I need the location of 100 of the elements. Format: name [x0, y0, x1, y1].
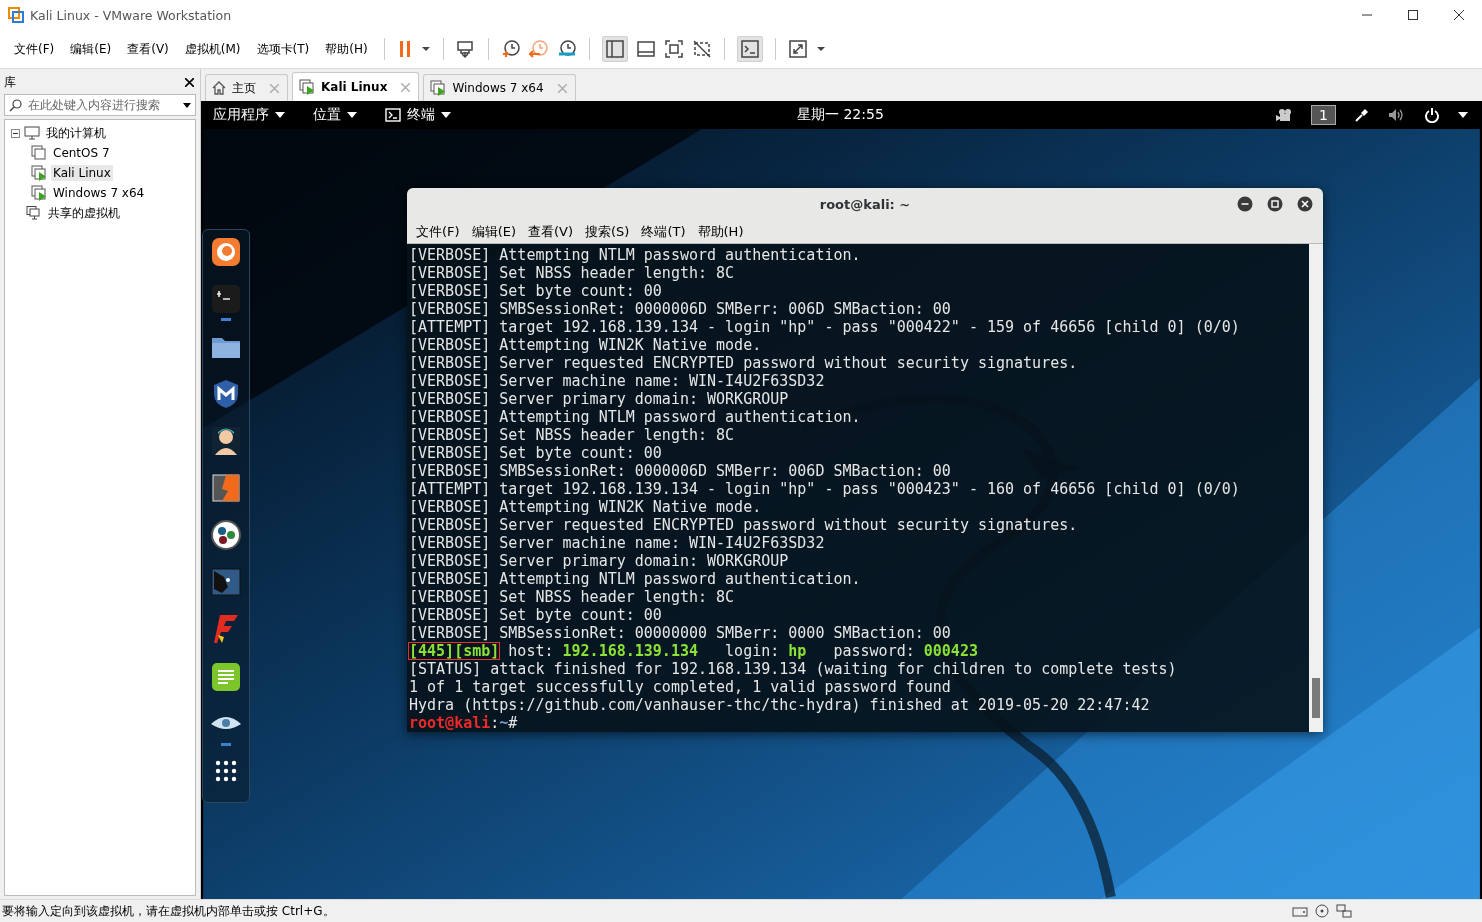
terminal-text: login: — [724, 642, 781, 660]
menu-item[interactable]: 帮助(H) — [317, 40, 376, 58]
menu-item[interactable]: 编辑(E) — [466, 223, 521, 242]
avatar-icon[interactable] — [210, 424, 242, 457]
bottom-panel-icon[interactable] — [635, 39, 656, 59]
maximize-icon[interactable] — [1267, 196, 1283, 212]
app-logo-icon — [8, 7, 24, 23]
terminal-line: [VERBOSE] Set byte count: 00 — [409, 444, 663, 462]
terminal-text: root@kali — [409, 714, 491, 732]
tree-item[interactable]: 共享的虚拟机 — [46, 203, 122, 223]
volume-icon[interactable] — [1388, 108, 1406, 122]
terminal-text: 000423 — [923, 642, 978, 660]
window-title: Kali Linux - VMware Workstation — [30, 7, 233, 23]
terminal-line: [VERBOSE] Set byte count: 00 — [409, 282, 663, 300]
terminal-line: [VERBOSE] Server machine name: WIN-I4U2F63SD32 — [409, 534, 826, 552]
terminal-line: [VERBOSE] Attempting WIN2K Native mode. — [409, 336, 763, 354]
caret-icon — [347, 112, 357, 118]
plug-icon[interactable] — [1354, 107, 1370, 123]
notes-icon[interactable] — [210, 660, 242, 693]
window-title: root@kali: ~ — [819, 197, 911, 213]
scrollbar[interactable] — [1309, 244, 1323, 732]
top-menu[interactable]: 应用程序 — [213, 106, 285, 124]
close-icon[interactable] — [185, 77, 194, 87]
terminal-line: [VERBOSE] Set NBSS header length: 8C — [409, 264, 736, 282]
terminal-line: [VERBOSE] SMBSessionRet: 0000006D SMBerr: 006D SMBaction: 00 — [409, 462, 952, 480]
menu-item[interactable]: 文件(F) — [411, 223, 465, 242]
tree-item[interactable]: 我的计算机 — [44, 123, 108, 143]
tab[interactable]: Windows 7 x64 — [423, 74, 576, 101]
terminal-line: [VERBOSE] Server primary domain: WORKGROUP — [409, 390, 790, 408]
menu-item[interactable]: 查看(V) — [119, 40, 177, 58]
home-icon — [212, 81, 226, 95]
tree-item[interactable]: Kali Linux — [51, 165, 113, 181]
terminal-line: [VERBOSE] Server requested ENCRYPTED password without security signatures. — [409, 354, 1079, 372]
vm-running-icon — [299, 79, 315, 95]
status-message: 要将输入定向到该虚拟机，请在虚拟机内部单击或按 Ctrl+G。 — [2, 902, 336, 920]
terminal-line: [VERBOSE] Attempting WIN2K Native mode. — [409, 498, 763, 516]
camera-icon[interactable] — [1275, 108, 1294, 122]
terminal-text: # — [508, 714, 518, 732]
monitor-icon — [24, 126, 40, 140]
caret-icon[interactable] — [1458, 112, 1468, 118]
expand-icon[interactable] — [787, 39, 808, 59]
terminal-line: [VERBOSE] Set NBSS header length: 8C — [409, 426, 736, 444]
workspace-indicator[interactable]: 1 — [1311, 105, 1336, 125]
console-icon[interactable] — [736, 36, 763, 62]
terminal-line: [VERBOSE] Attempting NTLM password authentication. — [409, 408, 862, 426]
menu-item[interactable]: 文件(F) — [6, 40, 63, 58]
tab[interactable]: Kali Linux — [292, 72, 420, 101]
terminal-line: [VERBOSE] Server requested ENCRYPTED password without security signatures. — [409, 516, 1079, 534]
terminal-line: [VERBOSE] Attempting NTLM password authentication. — [409, 246, 862, 264]
scroll-thumb[interactable] — [1312, 678, 1320, 718]
clock-plus-icon[interactable] — [500, 39, 521, 59]
sidebar-layout-icon[interactable] — [601, 36, 628, 62]
terminal-icon[interactable] — [210, 283, 242, 316]
globe-icon[interactable] — [210, 236, 242, 268]
top-menu[interactable]: 位置 — [313, 106, 357, 124]
disc-icon[interactable] — [1314, 904, 1330, 918]
minimize-icon[interactable] — [1237, 196, 1253, 212]
menu-item[interactable]: 虚拟机(M) — [176, 40, 249, 58]
clock-back-icon[interactable] — [528, 39, 549, 59]
terminal-line: [VERBOSE] Set NBSS header length: 8C — [409, 588, 736, 606]
close-icon[interactable] — [1454, 10, 1464, 20]
caret-icon[interactable] — [183, 102, 191, 108]
top-menu[interactable]: 终端 — [385, 106, 451, 124]
terminal-line: [VERBOSE] SMBSessionRet: 00000000 SMBerr: 0000 SMBaction: 00 — [409, 624, 952, 642]
terminal-text: 192.168.139.134 — [562, 642, 698, 660]
monitor-arrow-icon[interactable] — [455, 39, 476, 59]
menu-item[interactable]: 终端(T) — [636, 223, 691, 242]
terminal-text: password: — [832, 642, 916, 660]
power-icon[interactable] — [1424, 107, 1440, 123]
menu-item[interactable]: 选项卡(T) — [248, 40, 318, 58]
terminal-line: [STATUS] attack finished for 192.168.139.134 (waiting for children to complete tests) — [409, 660, 1178, 678]
terminal-line: [VERBOSE] Attempting NTLM password authentication. — [409, 570, 862, 588]
terminal-line: [VERBOSE] Server primary domain: WORKGROUP — [409, 552, 790, 570]
tree-item[interactable]: Windows 7 x64 — [51, 185, 147, 201]
caret-icon — [275, 112, 285, 118]
maximize-icon[interactable] — [1408, 10, 1418, 20]
shared-monitor-icon — [26, 206, 42, 220]
terminal-text: : — [490, 714, 500, 732]
tree-item[interactable]: CentOS 7 — [51, 145, 112, 161]
terminal-line: Hydra (https://github.com/vanhauser-thc/thc-hydra) finished at 2019-05-20 22:47:42 — [409, 696, 1151, 714]
collapse-icon[interactable] — [11, 128, 20, 138]
dots-icon[interactable] — [210, 519, 242, 552]
fullscreen-icon[interactable] — [663, 39, 684, 59]
network-icon[interactable] — [1336, 904, 1352, 918]
no-screen-icon[interactable] — [691, 39, 712, 59]
clock[interactable]: 星期一 22:55 — [797, 106, 884, 124]
terminal-line: [VERBOSE] Set byte count: 00 — [409, 606, 663, 624]
menu-item[interactable]: 帮助(H) — [692, 223, 749, 242]
terminal-line: [ATTEMPT] target 192.168.139.134 - login "hp" - pass "000423" - 160 of 46656 [child 0] (0/0) — [409, 480, 1241, 498]
tab[interactable]: 主页 — [205, 74, 288, 101]
menu-item[interactable]: 搜索(S) — [580, 223, 635, 242]
menu-item[interactable]: 查看(V) — [523, 223, 579, 242]
terminal-icon — [385, 108, 401, 122]
terminal-text: [445][smb] — [408, 642, 501, 660]
terminal-text: hp — [788, 642, 807, 660]
close-icon[interactable] — [1297, 196, 1313, 212]
menu-item[interactable]: 编辑(E) — [62, 40, 120, 58]
search-icon — [9, 98, 22, 112]
caret-icon — [441, 112, 451, 118]
search-field[interactable]: 在此处键入内容进行搜索 — [4, 94, 196, 116]
